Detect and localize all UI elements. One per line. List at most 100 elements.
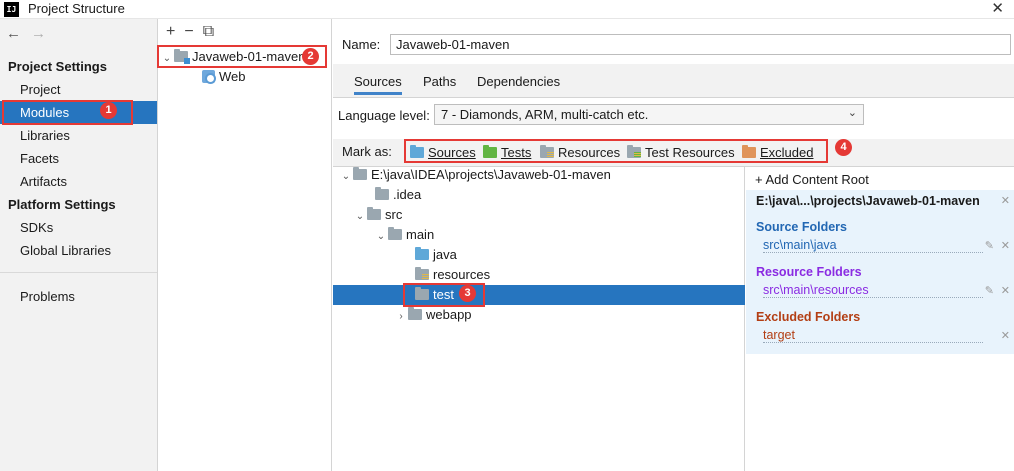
- test-resources-folder-icon: [627, 145, 641, 158]
- mark-test-resources-button[interactable]: Test Resources: [627, 145, 735, 160]
- tree-row-src[interactable]: ⌄ src: [333, 205, 745, 225]
- mark-tests-label: Tests: [501, 145, 532, 160]
- sidebar-item-modules[interactable]: Modules: [0, 101, 157, 124]
- chevron-down-icon[interactable]: ⌄: [339, 167, 353, 187]
- chevron-down-icon[interactable]: ⌄: [374, 227, 388, 247]
- tree-label-src: src: [385, 207, 403, 222]
- folder-icon: [388, 227, 402, 240]
- excluded-folder-icon: [742, 145, 756, 158]
- add-icon[interactable]: +: [166, 23, 175, 40]
- mark-sources-button[interactable]: Sources: [410, 145, 476, 160]
- folder-icon: [353, 167, 367, 180]
- tree-row-root[interactable]: ⌄ E:\java\IDEA\projects\Javaweb-01-maven: [333, 165, 745, 185]
- intellij-app-icon: IJ: [4, 2, 19, 17]
- mark-resources-button[interactable]: Resources: [540, 145, 620, 160]
- sidebar-item-libraries[interactable]: Libraries: [0, 124, 157, 147]
- chevron-down-icon[interactable]: ⌄: [353, 207, 367, 227]
- module-name: Javaweb-01-maven: [192, 49, 306, 64]
- sidebar-item-project[interactable]: Project: [0, 78, 157, 101]
- annotation-badge-2: 2: [302, 48, 319, 65]
- excluded-folders-heading: Excluded Folders: [756, 310, 861, 324]
- remove-root-icon[interactable]: ✕: [1001, 194, 1010, 207]
- resource-folder-entry: src\main\resources: [763, 283, 983, 298]
- chevron-down-icon: ⌄: [847, 107, 857, 119]
- back-arrow-icon[interactable]: ←: [6, 25, 21, 42]
- remove-resource-icon[interactable]: ✕: [1001, 284, 1010, 297]
- folder-icon: [408, 307, 422, 320]
- sidebar-item-problems[interactable]: Problems: [0, 285, 157, 308]
- tree-row-webapp[interactable]: › webapp: [333, 305, 745, 325]
- sidebar-item-global-libraries[interactable]: Global Libraries: [0, 239, 157, 262]
- excluded-folder-entry: target: [763, 328, 983, 343]
- tabs-divider: [333, 97, 1014, 98]
- nav-arrows: ← →: [6, 25, 56, 42]
- mark-resources-label: Resources: [558, 145, 621, 160]
- close-icon[interactable]: ✕: [991, 0, 1004, 17]
- remove-source-icon[interactable]: ✕: [1001, 239, 1010, 252]
- tree-row-main[interactable]: ⌄ main: [333, 225, 745, 245]
- tab-paths[interactable]: Paths: [423, 74, 456, 89]
- sidebar-item-facets[interactable]: Facets: [0, 147, 157, 170]
- tree-label-webapp: webapp: [426, 307, 472, 322]
- edit-icon[interactable]: ✎: [985, 284, 994, 297]
- forward-arrow-icon[interactable]: →: [31, 25, 46, 42]
- platform-settings-heading: Platform Settings: [8, 197, 116, 212]
- annotation-badge-1: 1: [100, 102, 117, 119]
- source-folders-heading: Source Folders: [756, 220, 847, 234]
- mark-sources-label: Sources: [428, 145, 476, 160]
- sidebar-divider: [0, 272, 157, 273]
- tree-row-test[interactable]: test: [333, 285, 745, 305]
- language-level-label: Language level:: [338, 108, 430, 123]
- mark-tests-button[interactable]: Tests: [483, 145, 531, 160]
- title-bar: IJ Project Structure ✕: [0, 0, 1014, 19]
- resource-folders-heading: Resource Folders: [756, 265, 862, 279]
- sidebar-item-sdks[interactable]: SDKs: [0, 216, 157, 239]
- content-root-pane: + Add Content Root E:\java\...\projects\…: [746, 167, 1014, 471]
- tree-row-resources[interactable]: resources: [333, 265, 745, 285]
- module-name-input[interactable]: [390, 34, 1011, 55]
- facet-tree-item[interactable]: Web: [202, 67, 246, 87]
- tree-label-java: java: [433, 247, 457, 262]
- tree-label-root: E:\java\IDEA\projects\Javaweb-01-maven: [371, 167, 611, 182]
- settings-sidebar: ← → Project Settings Project Modules Libr…: [0, 19, 158, 471]
- mark-excluded-label: Excluded: [760, 145, 814, 160]
- mark-excluded-button[interactable]: Excluded: [742, 145, 813, 160]
- source-folder-entry: src\main\java: [763, 238, 983, 253]
- tab-dependencies[interactable]: Dependencies: [477, 74, 560, 89]
- content-root-path: E:\java\...\projects\Javaweb-01-maven: [756, 194, 980, 208]
- resources-folder-icon: [540, 145, 554, 158]
- chevron-down-icon[interactable]: ⌄: [160, 49, 174, 69]
- add-content-root-button[interactable]: + Add Content Root: [755, 172, 869, 187]
- sidebar-item-artifacts[interactable]: Artifacts: [0, 170, 157, 193]
- module-folder-icon: [174, 49, 190, 64]
- content-root-box: E:\java\...\projects\Javaweb-01-maven ✕ …: [746, 190, 1014, 354]
- annotation-badge-4: 4: [835, 139, 852, 156]
- chevron-right-icon[interactable]: ›: [394, 307, 408, 327]
- edit-icon[interactable]: ✎: [985, 239, 994, 252]
- mark-test-resources-label: Test Resources: [645, 145, 735, 160]
- source-folder-icon: [415, 247, 429, 260]
- copy-icon[interactable]: ⧉: [203, 23, 214, 40]
- tree-row-java[interactable]: java: [333, 245, 745, 265]
- folder-icon: [367, 207, 381, 220]
- language-level-select[interactable]: 7 - Diamonds, ARM, multi-catch etc. ⌄: [434, 104, 864, 125]
- tree-label-idea: .idea: [393, 187, 422, 202]
- remove-icon[interactable]: −: [184, 23, 193, 40]
- remove-excluded-icon[interactable]: ✕: [1001, 329, 1010, 342]
- module-detail-pane: Name: Sources Paths Dependencies Languag…: [333, 19, 1014, 471]
- tree-label-resources: resources: [433, 267, 491, 282]
- mark-as-label: Mark as:: [342, 144, 392, 159]
- tests-folder-icon: [483, 145, 497, 158]
- tab-sources[interactable]: Sources: [354, 74, 402, 95]
- language-level-value: 7 - Diamonds, ARM, multi-catch etc.: [441, 107, 649, 122]
- annotation-badge-3: 3: [459, 285, 476, 302]
- resource-folder-icon: [415, 267, 429, 280]
- window-title: Project Structure: [28, 1, 125, 16]
- tree-row-idea[interactable]: .idea: [333, 185, 745, 205]
- module-toolbar: + − ⧉: [166, 23, 223, 41]
- module-tree-item[interactable]: ⌄ Javaweb-01-maven: [160, 47, 305, 67]
- web-facet-icon: [202, 70, 216, 84]
- module-tree-pane: + − ⧉ ⌄ Javaweb-01-maven Web: [158, 19, 332, 471]
- folder-icon: [415, 287, 429, 300]
- project-settings-heading: Project Settings: [8, 59, 107, 74]
